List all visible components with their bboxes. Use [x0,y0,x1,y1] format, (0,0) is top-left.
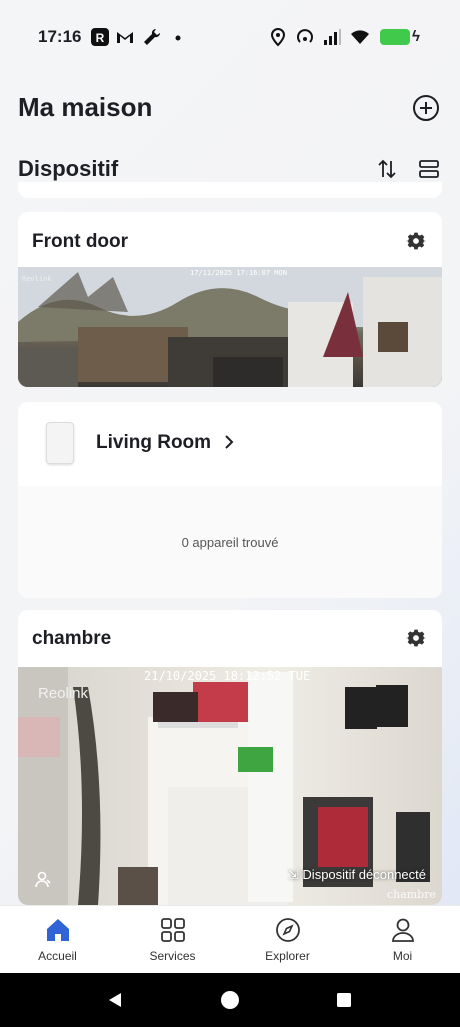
reolink-app-icon: R [91,28,109,46]
tab-label: Services [149,949,196,963]
camera-name: Front door [32,231,129,252]
section-title: Dispositif [18,156,119,181]
person-icon [392,918,414,942]
camera-feed-chambre[interactable]: 21/10/2025 18:12:52 TUE Reolink ⇲ Dispos… [18,667,442,905]
location-icon [270,27,286,47]
hotspot-icon [297,29,313,43]
feed-watermark: Reolink [38,685,89,702]
gmail-icon [117,32,133,43]
wifi-icon [351,30,369,44]
hub-card-living-room[interactable]: Living Room 0 appareil trouvé [18,402,442,598]
dot-icon [175,35,181,41]
feed-timestamp: 21/10/2025 18:12:52 TUE [144,669,311,683]
shared-user-icon [35,871,51,888]
status-bar: 17:16 R ϟ [0,0,460,74]
tab-explorer[interactable]: Explorer [230,906,345,974]
compass-icon [276,918,300,942]
previous-card-edge [18,182,442,198]
status-time: 17:16 [38,27,82,46]
hub-name[interactable]: Living Room [96,432,211,454]
hub-device-list: 0 appareil trouvé [18,486,442,598]
plus-circle-icon[interactable] [412,94,440,122]
offline-status-text: Dispositif déconnecté [302,867,426,882]
tab-label: Accueil [38,949,77,963]
grid-icon [161,918,185,942]
empty-device-message: 0 appareil trouvé [181,535,279,550]
feed-timestamp: 17/11/2025 17:16:07 MON [190,269,287,277]
bolt-icon: ϟ [412,28,420,45]
chevron-right-icon[interactable] [223,434,235,450]
battery-charging-icon [380,29,410,45]
feed-watermark: Reolink [22,275,52,283]
gear-icon[interactable] [406,628,426,648]
page-title: Ma maison [18,92,153,122]
camera-card-chambre[interactable]: chambre 21/10/2025 18:12:52 TUE Reolink … [18,610,442,905]
camera-card-front-door[interactable]: Front door 17/11/2025 17:16:07 MON Reoli… [18,212,442,387]
gear-icon[interactable] [406,231,426,251]
home-circle-icon[interactable] [220,990,240,1010]
feed-camera-label: chambre [386,888,436,901]
wrench-icon [144,28,161,45]
bottom-tab-bar: Accueil Services Explorer Moi [0,905,460,974]
disconnected-icon: ⇲ [287,867,303,882]
tab-services[interactable]: Services [115,906,230,974]
system-nav-bar [0,973,460,1027]
home-hub-icon [46,422,74,464]
camera-name: chambre [32,628,112,649]
sort-arrows-icon[interactable] [376,157,398,181]
back-icon[interactable] [106,991,124,1009]
camera-feed-front-door[interactable]: 17/11/2025 17:16:07 MON Reolink [18,267,442,387]
offline-status: ⇲ Dispositif déconnecté [288,867,426,883]
home-icon [47,919,69,941]
tab-moi[interactable]: Moi [345,906,460,974]
svg-text:R: R [96,31,105,45]
list-layout-icon[interactable] [418,158,440,180]
tab-label: Explorer [265,949,310,963]
tab-label: Moi [392,949,413,963]
garden-scene [18,267,442,387]
signal-icon [324,29,341,45]
tab-accueil[interactable]: Accueil [0,906,115,974]
recents-icon[interactable] [336,992,352,1008]
